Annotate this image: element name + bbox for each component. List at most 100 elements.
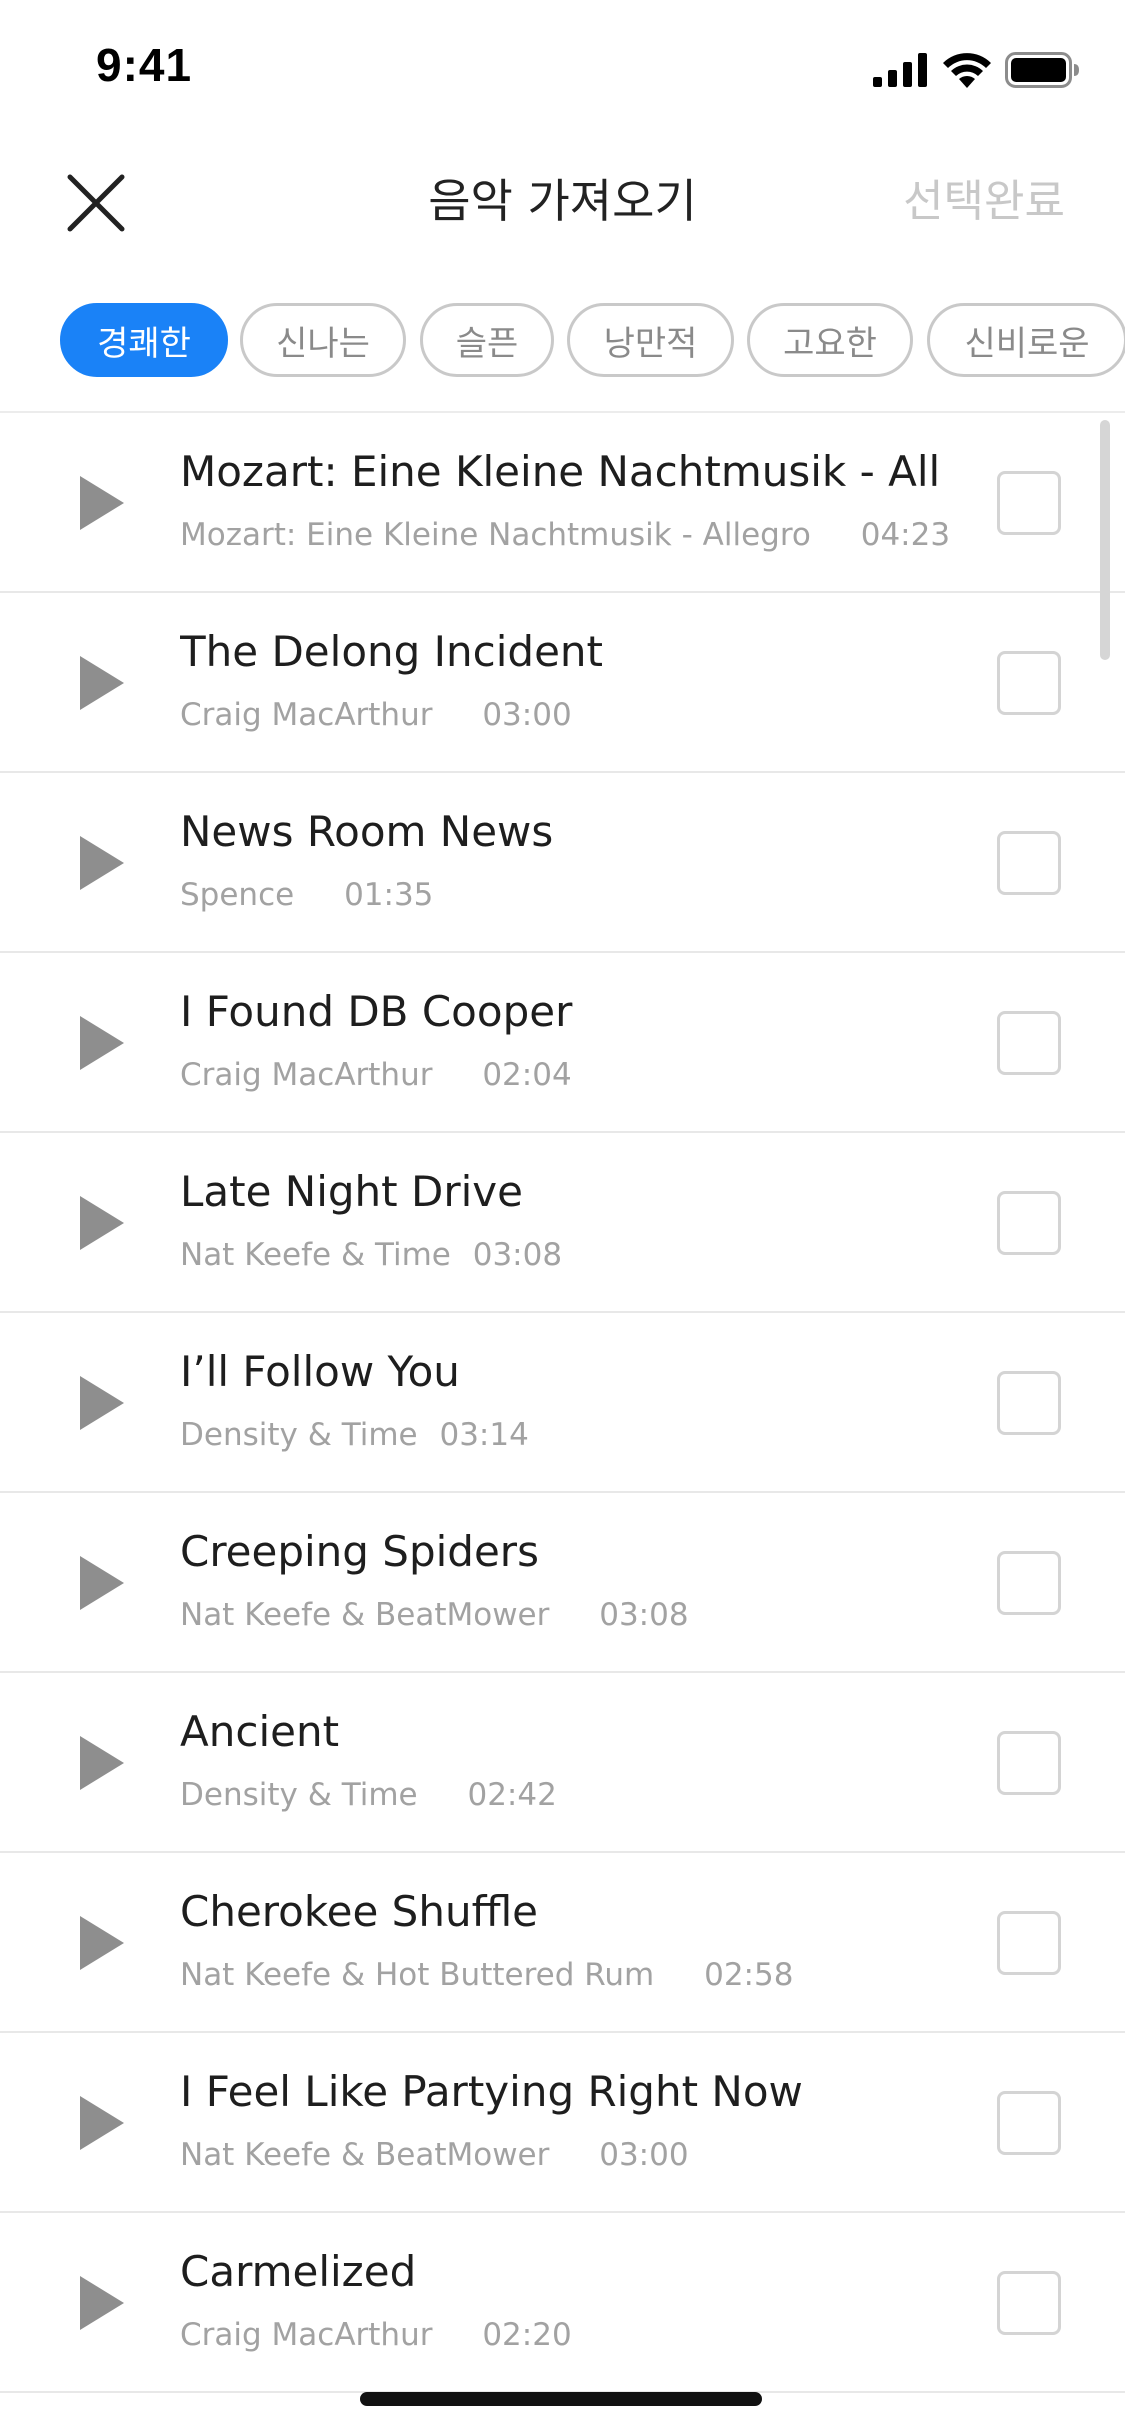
track-title: Creeping Spiders	[180, 1527, 539, 1576]
chip-mood-4[interactable]: 고요한	[747, 303, 913, 377]
track-artist: Craig MacArthur	[180, 2317, 433, 2353]
track-row: Late Night Drive Nat Keefe & Time 03:08	[0, 1133, 1125, 1313]
track-artist: Nat Keefe & BeatMower	[180, 2137, 550, 2173]
track-duration: 03:08	[599, 1597, 689, 1633]
chip-mood-1[interactable]: 신나는	[240, 303, 406, 377]
track-title: I’ll Follow You	[180, 1347, 460, 1396]
done-button[interactable]: 선택완료	[903, 165, 1065, 229]
track-checkbox[interactable]	[997, 1371, 1061, 1435]
track-title: Ancient	[180, 1707, 340, 1756]
track-checkbox[interactable]	[997, 831, 1061, 895]
track-title: The Delong Incident	[180, 627, 603, 676]
track-meta: Nat Keefe & BeatMower 03:08	[180, 1597, 689, 1633]
track-meta: Mozart: Eine Kleine Nachtmusik - Allegro…	[180, 517, 950, 553]
track-artist: Spence	[180, 877, 295, 913]
track-row: Carmelized Craig MacArthur 02:20	[0, 2213, 1125, 2393]
chip-mood-0[interactable]: 경쾌한	[60, 303, 228, 377]
track-row: News Room News Spence 01:35	[0, 773, 1125, 953]
track-duration: 02:20	[482, 2317, 572, 2353]
music-import-screen: 9:41 음악 가져오기 선택완료 경쾌한 신나는 슬픈 낭만적 고요한 신비로…	[0, 0, 1125, 2436]
track-title: I Feel Like Partying Right Now	[180, 2067, 803, 2116]
wifi-icon	[943, 53, 991, 88]
track-artist: Mozart: Eine Kleine Nachtmusik - Allegro	[180, 517, 811, 553]
track-meta: Spence 01:35	[180, 877, 433, 913]
track-checkbox[interactable]	[997, 2091, 1061, 2155]
track-checkbox[interactable]	[997, 471, 1061, 535]
play-button[interactable]	[74, 2271, 130, 2335]
track-artist: Density & Time	[180, 1417, 418, 1453]
track-artist: Nat Keefe & Time	[180, 1237, 451, 1273]
track-title: Cherokee Shuffle	[180, 1887, 539, 1936]
play-button[interactable]	[74, 2091, 130, 2155]
track-row: The Delong Incident Craig MacArthur 03:0…	[0, 593, 1125, 773]
status-time: 9:41	[96, 39, 193, 91]
play-button[interactable]	[74, 1011, 130, 1075]
chip-mood-2[interactable]: 슬픈	[420, 303, 554, 377]
track-duration: 03:14	[439, 1417, 529, 1453]
track-artist: Nat Keefe & Hot Buttered Rum	[180, 1957, 655, 1993]
track-artist: Density & Time	[180, 1777, 418, 1813]
play-button[interactable]	[74, 831, 130, 895]
play-icon	[80, 2276, 124, 2330]
track-row: Cherokee Shuffle Nat Keefe & Hot Buttere…	[0, 1853, 1125, 2033]
track-row: I’ll Follow You Density & Time 03:14	[0, 1313, 1125, 1493]
play-icon	[80, 476, 124, 530]
track-artist: Craig MacArthur	[180, 697, 433, 733]
mood-filter-chips: 경쾌한 신나는 슬픈 낭만적 고요한 신비로운	[0, 303, 1125, 379]
track-checkbox[interactable]	[997, 651, 1061, 715]
play-icon	[80, 1376, 124, 1430]
play-button[interactable]	[74, 1731, 130, 1795]
track-title: I Found DB Cooper	[180, 987, 573, 1036]
play-button[interactable]	[74, 1911, 130, 1975]
battery-icon	[1005, 52, 1079, 88]
track-list: Mozart: Eine Kleine Nachtmusik - Allegro…	[0, 413, 1125, 2393]
play-icon	[80, 656, 124, 710]
track-meta: Nat Keefe & BeatMower 03:00	[180, 2137, 689, 2173]
track-duration: 02:42	[467, 1777, 557, 1813]
play-button[interactable]	[74, 1551, 130, 1615]
track-meta: Craig MacArthur 02:04	[180, 1057, 572, 1093]
track-meta: Density & Time 02:42	[180, 1777, 557, 1813]
play-button[interactable]	[74, 651, 130, 715]
track-artist: Craig MacArthur	[180, 1057, 433, 1093]
track-checkbox[interactable]	[997, 2271, 1061, 2335]
chip-mood-3[interactable]: 낭만적	[567, 303, 734, 377]
play-icon	[80, 1736, 124, 1790]
scrollbar[interactable]	[1100, 420, 1110, 660]
home-indicator[interactable]	[360, 2392, 762, 2406]
track-checkbox[interactable]	[997, 1011, 1061, 1075]
header: 음악 가져오기 선택완료	[0, 135, 1125, 260]
status-bar: 9:41	[0, 0, 1125, 135]
track-meta: Nat Keefe & Time 03:08	[180, 1237, 562, 1273]
track-checkbox[interactable]	[997, 1191, 1061, 1255]
track-row: Mozart: Eine Kleine Nachtmusik - Allegro…	[0, 413, 1125, 593]
track-duration: 03:08	[472, 1237, 563, 1273]
track-duration: 01:35	[344, 877, 434, 913]
track-duration: 02:58	[704, 1957, 794, 1993]
track-row: I Found DB Cooper Craig MacArthur 02:04	[0, 953, 1125, 1133]
track-artist: Nat Keefe & BeatMower	[180, 1597, 550, 1633]
play-icon	[80, 1016, 124, 1070]
play-icon	[80, 836, 124, 890]
track-meta: Density & Time 03:14	[180, 1417, 529, 1453]
track-meta: Craig MacArthur 03:00	[180, 697, 572, 733]
track-title: News Room News	[180, 807, 554, 856]
cellular-signal-icon	[873, 53, 927, 87]
chip-mood-5[interactable]: 신비로운	[927, 303, 1125, 377]
track-checkbox[interactable]	[997, 1731, 1061, 1795]
track-title: Mozart: Eine Kleine Nachtmusik - Allegro	[180, 447, 940, 496]
play-button[interactable]	[74, 1371, 130, 1435]
play-icon	[80, 1556, 124, 1610]
track-checkbox[interactable]	[997, 1551, 1061, 1615]
play-button[interactable]	[74, 471, 130, 535]
track-duration: 03:00	[599, 2137, 689, 2173]
track-duration: 04:23	[860, 517, 951, 553]
track-row: I Feel Like Partying Right Now Nat Keefe…	[0, 2033, 1125, 2213]
track-meta: Nat Keefe & Hot Buttered Rum 02:58	[180, 1957, 793, 1993]
track-duration: 03:00	[482, 697, 572, 733]
track-meta: Craig MacArthur 02:20	[180, 2317, 572, 2353]
track-duration: 02:04	[482, 1057, 572, 1093]
track-checkbox[interactable]	[997, 1911, 1061, 1975]
track-row: Ancient Density & Time 02:42	[0, 1673, 1125, 1853]
play-button[interactable]	[74, 1191, 130, 1255]
